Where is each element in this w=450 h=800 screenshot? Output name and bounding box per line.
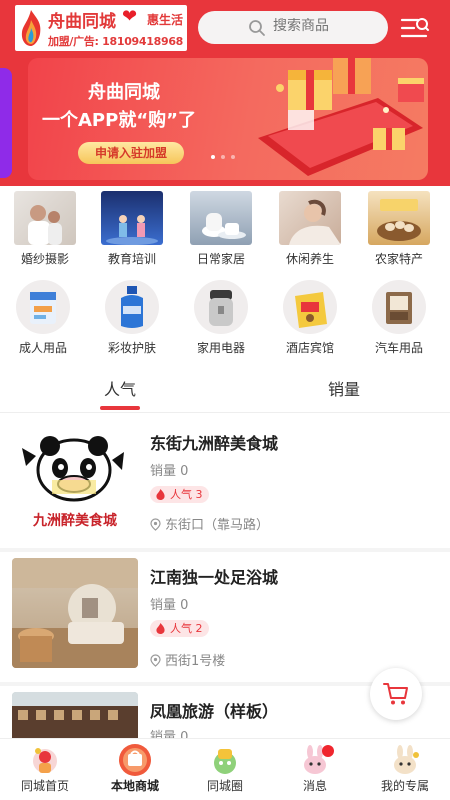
banner-title: 舟曲同城	[88, 82, 160, 103]
home-icon	[33, 748, 57, 773]
shop-name: 东街九洲醉美食城	[150, 434, 279, 453]
app-logo[interactable]: 舟曲同城 ❤ 惠生活 加盟/广告: 18109418968	[15, 5, 187, 51]
shop-thumbnail	[12, 558, 138, 668]
nav-label: 同城圈	[206, 779, 243, 793]
cosmetics-icon	[105, 280, 159, 334]
nav-profile[interactable]: 我的专属	[360, 739, 450, 800]
home-goods-icon	[190, 191, 252, 245]
category-farm-products[interactable]: 农家特产	[357, 191, 441, 267]
logo-subtitle: 惠生活	[147, 13, 184, 27]
category-car-products[interactable]: 汽车用品	[357, 280, 441, 356]
category-label: 日常家居	[196, 252, 245, 266]
nav-label: 同城首页	[20, 779, 69, 793]
popularity-badge: 人气 3	[150, 486, 209, 503]
phone-gifts-illustration	[258, 58, 424, 176]
category-label: 教育培训	[107, 252, 156, 266]
location-pin-icon	[150, 518, 161, 531]
category-hotel[interactable]: 酒店宾馆	[268, 280, 352, 356]
nav-home[interactable]: 同城首页	[0, 739, 90, 800]
spa-room-image	[12, 558, 138, 668]
appliances-icon	[194, 280, 248, 334]
category-home-goods[interactable]: 日常家居	[179, 191, 263, 267]
tab-popularity[interactable]: 人气	[104, 376, 136, 400]
tab-sales[interactable]: 销量	[328, 376, 360, 400]
shop-address-text: 东街口（靠马路）	[165, 518, 270, 533]
unread-badge	[322, 745, 334, 757]
category-label: 婚纱摄影	[20, 252, 69, 266]
location-pin-icon	[150, 654, 161, 667]
profile-icon	[394, 745, 419, 774]
category-cosmetics[interactable]: 彩妆护肤	[90, 280, 174, 356]
shop-address: 西街1号楼	[150, 650, 225, 669]
logo-title: 舟曲同城	[48, 12, 116, 32]
category-label: 农家特产	[374, 252, 423, 266]
shop-list-item[interactable]: 九洲醉美食城 东街九洲醉美食城 销量 0 人气 3 东街口（靠马路）	[0, 418, 450, 548]
menu-search-icon[interactable]	[400, 15, 430, 41]
town-scenery-image	[12, 692, 138, 738]
banner-dot[interactable]	[231, 155, 235, 159]
category-label: 汽车用品	[374, 341, 423, 355]
shop-name: 江南独一处足浴城	[150, 568, 279, 587]
shop-sales: 销量 0	[150, 598, 189, 613]
tab-active-indicator	[100, 406, 140, 410]
local-mall-icon	[119, 744, 151, 776]
popularity-text: 人气 3	[170, 488, 203, 501]
car-products-icon	[372, 280, 426, 334]
nav-label: 我的专属	[380, 779, 429, 793]
wedding-photo-icon	[14, 191, 76, 245]
wellness-icon	[279, 191, 341, 245]
shop-sales: 销量 0	[150, 730, 189, 738]
category-wellness[interactable]: 休闲养生	[268, 191, 352, 267]
shop-address: 东街口（靠马路）	[150, 514, 269, 533]
category-label: 休闲养生	[285, 252, 334, 266]
nav-circle[interactable]: 同城圈	[180, 739, 270, 800]
shop-sales: 销量 0	[150, 464, 189, 479]
cart-icon	[383, 683, 408, 705]
category-label: 成人用品	[18, 341, 67, 355]
farm-products-icon	[368, 191, 430, 245]
category-adult-products[interactable]: 成人用品	[1, 280, 85, 356]
logo-contact: 加盟/广告: 18109418968	[48, 35, 184, 48]
nav-message[interactable]: 消息	[270, 739, 360, 800]
banner-slogan: 一个APP就“购”了	[42, 110, 196, 131]
education-icon	[101, 191, 163, 245]
banner-dot[interactable]	[211, 155, 215, 159]
shop-address-text: 西街1号楼	[165, 654, 226, 669]
category-education[interactable]: 教育培训	[90, 191, 174, 267]
nav-label: 消息	[302, 779, 327, 793]
category-wedding-photo[interactable]: 婚纱摄影	[3, 191, 87, 267]
adult-products-icon	[16, 280, 70, 334]
flame-icon	[156, 623, 165, 634]
promo-banner[interactable]: 舟曲同城 一个APP就“购”了 申请入驻加盟	[28, 58, 428, 180]
flame-icon	[156, 489, 165, 500]
flame-logo-icon	[21, 10, 41, 46]
shop-name: 凤凰旅游（样板）	[150, 702, 279, 721]
nav-label: 本地商城	[110, 779, 159, 793]
search-input[interactable]	[273, 18, 383, 34]
category-appliances[interactable]: 家用电器	[179, 280, 263, 356]
bottom-navigation: 同城首页 本地商城 同城圈 消息 我的专属	[0, 738, 450, 800]
popularity-badge: 人气 2	[150, 620, 209, 637]
app-header: 舟曲同城 ❤ 惠生活 加盟/广告: 18109418968	[0, 0, 450, 56]
cart-button[interactable]	[370, 668, 422, 720]
shop-logo-text: 九洲醉美食城	[33, 513, 117, 529]
heart-icon: ❤	[122, 6, 138, 27]
category-label: 彩妆护肤	[107, 341, 156, 355]
category-label: 酒店宾馆	[285, 341, 334, 355]
circle-icon	[214, 749, 236, 774]
shop-thumbnail: 九洲醉美食城	[12, 426, 138, 536]
search-icon	[249, 20, 265, 36]
hotel-icon	[283, 280, 337, 334]
banner-prev-peek	[0, 68, 12, 178]
divider	[0, 412, 450, 413]
nav-local-mall[interactable]: 本地商城	[90, 739, 180, 800]
shop-thumbnail	[12, 692, 138, 738]
apply-join-button[interactable]: 申请入驻加盟	[78, 142, 184, 164]
search-bar[interactable]	[198, 11, 388, 44]
category-label: 家用电器	[196, 341, 245, 355]
banner-dot[interactable]	[221, 155, 225, 159]
popularity-text: 人气 2	[170, 622, 203, 635]
shop-list-item[interactable]: 江南独一处足浴城 销量 0 人气 2 西街1号楼	[0, 552, 450, 682]
